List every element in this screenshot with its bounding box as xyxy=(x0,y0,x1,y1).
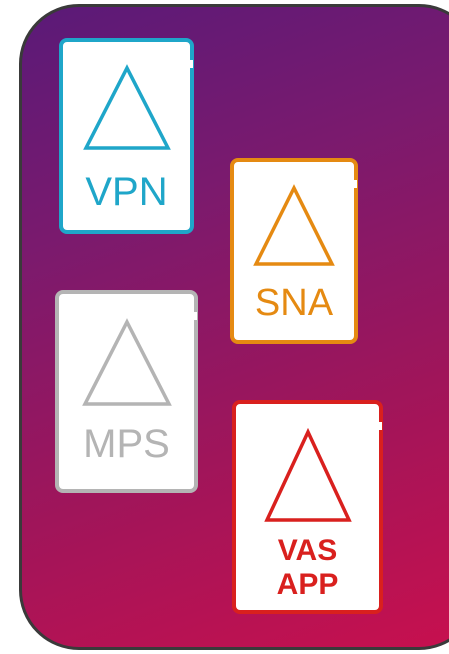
vas-label-line2: APP xyxy=(276,568,339,601)
sna-label: SNA xyxy=(254,282,334,324)
mps-label: MPS xyxy=(83,422,170,466)
card-notch xyxy=(187,60,193,68)
illustration: VPN SNA MPS VAS APP xyxy=(0,0,449,654)
vpn-label: VPN xyxy=(85,170,168,214)
warning-triangle-icon xyxy=(81,318,172,406)
vas-label-line1: VAS xyxy=(277,534,338,567)
mps-card: MPS xyxy=(55,290,198,493)
warning-triangle-icon xyxy=(253,184,335,266)
warning-triangle-icon xyxy=(82,64,171,150)
sna-card: SNA xyxy=(230,158,358,344)
card-notch xyxy=(376,422,382,430)
warning-triangle-icon xyxy=(263,428,352,522)
card-notch xyxy=(191,312,197,320)
vpn-card: VPN xyxy=(59,38,194,234)
card-notch xyxy=(351,180,357,188)
vas-app-card: VAS APP xyxy=(232,400,383,614)
